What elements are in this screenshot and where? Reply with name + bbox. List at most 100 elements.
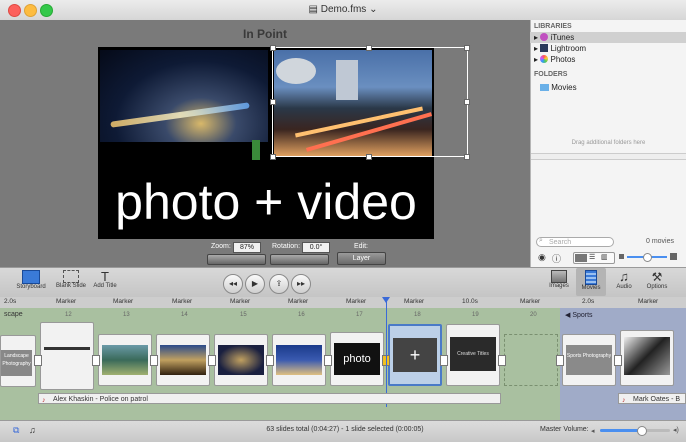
resize-handle[interactable]	[464, 45, 470, 51]
slide-image: photo	[334, 343, 380, 375]
images-button[interactable]: Images	[545, 270, 573, 289]
split-view-divider[interactable]	[531, 153, 686, 160]
share-button[interactable]: ⇪	[269, 274, 289, 294]
info-icon[interactable]: ⓘ	[552, 252, 561, 265]
ruler-label: Marker	[404, 298, 425, 305]
movies-button[interactable]: Movies	[576, 268, 606, 296]
photo-layer-night-bridge[interactable]	[100, 50, 268, 142]
audio-track-mark-oates[interactable]: ♪ Mark Oates - B	[618, 393, 686, 404]
ruler-label: 2.0s	[4, 298, 17, 305]
resize-handle[interactable]	[464, 154, 470, 160]
slide-thumbnail[interactable]	[98, 334, 152, 386]
view-mode-control[interactable]: ☰ ▥	[573, 252, 615, 264]
rotation-field[interactable]: 0.0°	[302, 242, 330, 253]
library-item-lightroom[interactable]: ▸ Lightroom	[530, 43, 686, 54]
selection-frame[interactable]	[272, 47, 468, 157]
rotation-label: Rotation:	[272, 243, 301, 250]
transition-marker[interactable]	[498, 355, 506, 366]
text-icon: T	[101, 269, 109, 284]
resize-handle[interactable]	[270, 99, 276, 105]
thumbnail-size-slider[interactable]	[619, 252, 677, 262]
slide-thumbnail[interactable]	[214, 334, 268, 386]
folder-item-movies[interactable]: Movies	[540, 82, 577, 93]
slide-thumbnail[interactable]	[156, 334, 210, 386]
transition-marker[interactable]	[324, 355, 332, 366]
library-item-photos[interactable]: ▸ Photos	[530, 54, 686, 65]
volume-low-icon: ◂	[591, 428, 595, 435]
zoom-field[interactable]: 87%	[233, 242, 261, 253]
audio-settings-icon[interactable]: ♫	[29, 425, 36, 435]
rotation-slider[interactable]	[270, 254, 329, 265]
resize-handle[interactable]	[270, 45, 276, 51]
transition-marker[interactable]	[92, 355, 100, 366]
fast-forward-icon: ▸▸	[296, 279, 306, 288]
volume-fill	[600, 429, 640, 432]
storyboard-button[interactable]: Storyboard	[12, 270, 50, 290]
grid-view-icon[interactable]	[575, 254, 587, 262]
section-label-landscape[interactable]: scape	[4, 311, 23, 318]
ruler-label: 10.0s	[462, 298, 478, 305]
resize-handle[interactable]	[464, 99, 470, 105]
search-placeholder: Search	[549, 239, 572, 246]
resize-handle[interactable]	[366, 45, 372, 51]
options-button[interactable]: ⚒ Options	[642, 270, 672, 290]
window-title[interactable]: ▤ Demo.fms ⌄	[0, 4, 686, 15]
playhead[interactable]	[386, 298, 387, 407]
video-thumbnail-strip	[252, 140, 260, 160]
drag-folders-hint: Drag additional folders here	[571, 140, 646, 146]
slide-thumbnail[interactable]	[620, 330, 674, 386]
transition-marker[interactable]	[34, 355, 42, 366]
volume-knob[interactable]	[637, 426, 647, 436]
layer-button[interactable]: Layer	[337, 252, 386, 265]
slide-thumbnail-selected[interactable]: +	[388, 324, 442, 386]
rewind-button[interactable]: ◂◂	[223, 274, 243, 294]
list-view-icon[interactable]: ☰	[589, 254, 595, 262]
zoom-slider[interactable]	[207, 254, 266, 265]
slide-thumbnail[interactable]	[272, 334, 326, 386]
library-item-itunes[interactable]: ▸ iTunes	[530, 32, 686, 43]
resize-handle[interactable]	[366, 154, 372, 160]
transition-marker[interactable]	[556, 355, 564, 366]
slide-number: 16	[298, 312, 305, 318]
master-volume-slider[interactable]	[600, 426, 670, 436]
chevron-down-icon: ⌄	[366, 4, 378, 15]
search-field[interactable]: Search	[536, 237, 614, 247]
empty-slide-placeholder[interactable]	[504, 334, 558, 386]
resize-handle[interactable]	[270, 154, 276, 160]
transition-marker[interactable]	[440, 355, 448, 366]
slides-icon[interactable]: ⧉	[13, 425, 19, 436]
slide-image	[160, 345, 206, 375]
slide-thumbnail[interactable]: photo	[330, 332, 384, 386]
transition-marker[interactable]	[266, 355, 274, 366]
slide-caption: Sports Photography	[566, 345, 612, 375]
volume-high-icon: ◂)	[673, 427, 679, 434]
audio-track-police[interactable]: ♪ Alex Khaskin - Police on patrol	[38, 393, 501, 404]
wrench-icon: ⚒	[651, 270, 663, 284]
disclosure-triangle-icon[interactable]: ▸	[530, 44, 538, 53]
fast-forward-button[interactable]: ▸▸	[291, 274, 311, 294]
eye-icon[interactable]: ◉	[538, 252, 546, 263]
column-view-icon[interactable]: ▥	[601, 254, 608, 262]
disclosure-triangle-icon[interactable]: ▸	[530, 55, 538, 64]
slide-thumbnail[interactable]: Landscape Photography	[0, 335, 36, 387]
slide-thumbnail[interactable]: Sports Photography	[562, 334, 616, 386]
transition-marker[interactable]	[150, 355, 158, 366]
audio-button[interactable]: ♫ Audio	[610, 270, 638, 291]
slider-knob[interactable]	[643, 253, 652, 262]
section-label-sports[interactable]: ◀ Sports	[565, 311, 593, 319]
slide-number: 17	[356, 312, 363, 318]
small-thumb-icon	[619, 254, 624, 259]
slide-thumbnail[interactable]	[40, 322, 94, 390]
blank-slide-button[interactable]: Blank Slide	[52, 270, 90, 289]
play-button[interactable]: ▶	[245, 274, 265, 294]
slide-thumbnail[interactable]: Creative Titles	[446, 324, 500, 386]
disclosure-triangle-icon[interactable]: ▸	[530, 33, 538, 42]
storyboard-label: Storyboard	[16, 284, 46, 290]
playhead-handle[interactable]	[382, 297, 390, 303]
transition-marker[interactable]	[208, 355, 216, 366]
transition-marker[interactable]	[614, 355, 622, 366]
add-title-button[interactable]: T Add Title	[88, 270, 122, 289]
photos-icon	[540, 55, 549, 63]
slide-title-text[interactable]: photo + video	[98, 172, 434, 232]
audio-track-label: Alex Khaskin - Police on patrol	[53, 396, 148, 403]
